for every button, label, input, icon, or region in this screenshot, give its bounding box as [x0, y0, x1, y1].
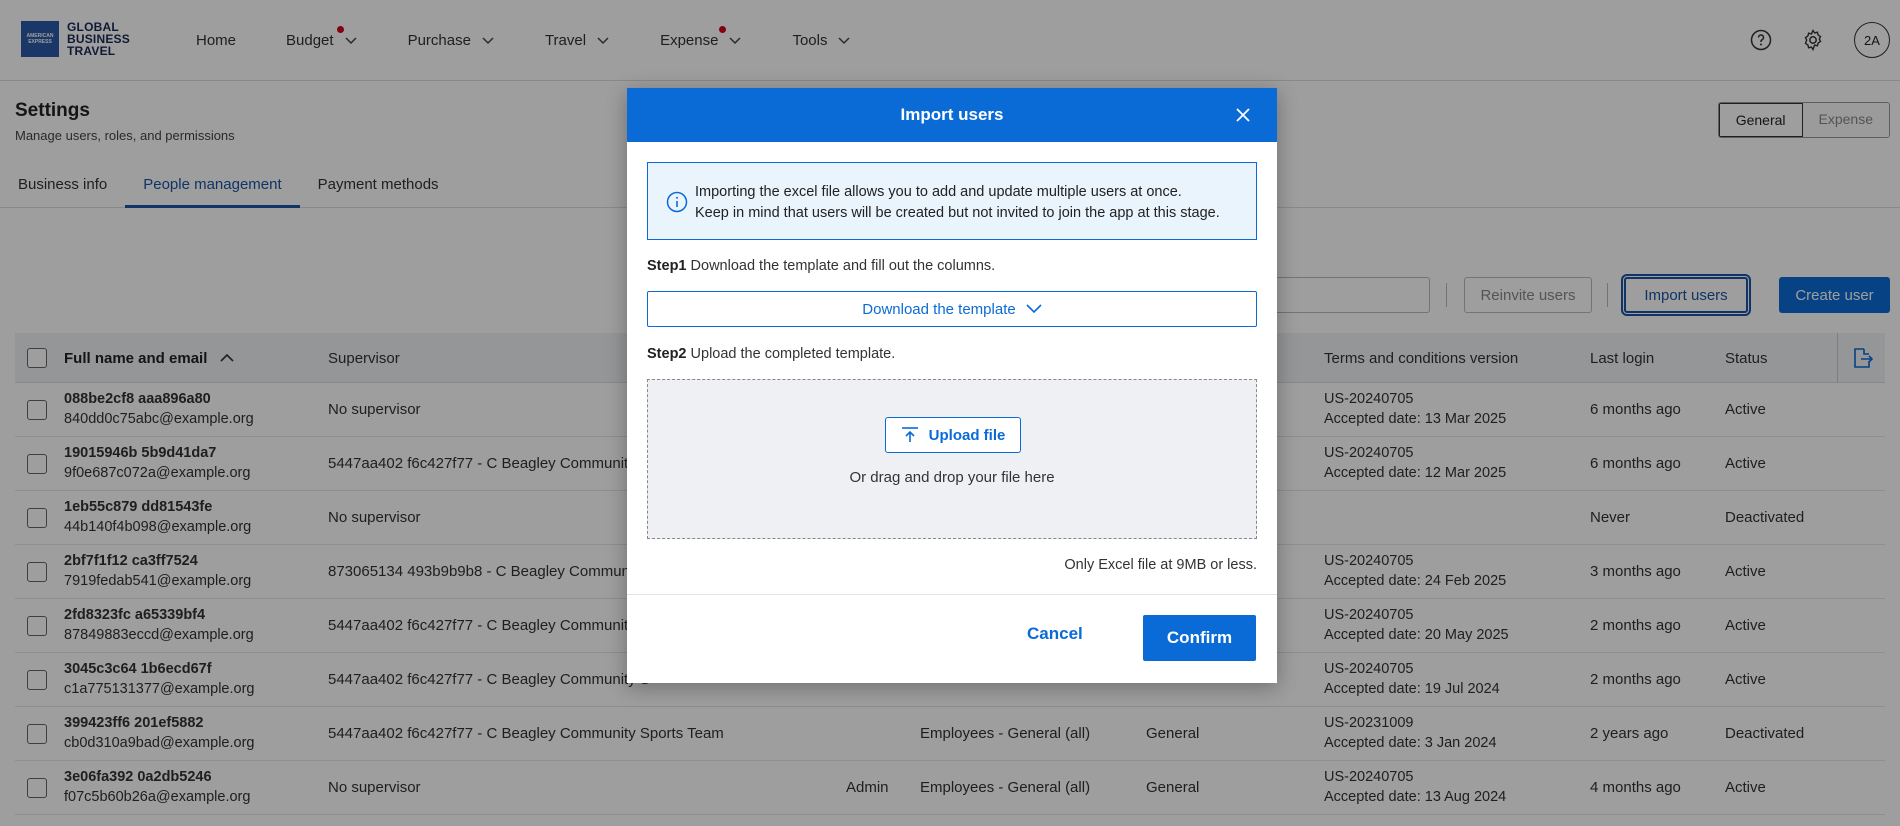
import-users-dialog: Import users Importing the excel file al… [627, 88, 1277, 683]
info-text: Importing the excel file allows you to a… [695, 184, 1220, 221]
upload-icon [901, 427, 918, 442]
close-icon[interactable] [1233, 105, 1253, 125]
upload-file-button[interactable]: Upload file [885, 417, 1021, 453]
file-size-limit-note: Only Excel file at 9MB or less. [1064, 557, 1257, 573]
dialog-footer-divider [627, 594, 1277, 595]
confirm-button[interactable]: Confirm [1143, 615, 1256, 661]
info-icon [666, 191, 688, 213]
file-dropzone[interactable]: Upload file Or drag and drop your file h… [647, 379, 1257, 539]
dialog-header: Import users [627, 88, 1277, 142]
step1-instruction: Step1 Download the template and fill out… [647, 258, 996, 274]
info-banner: Importing the excel file allows you to a… [647, 162, 1257, 240]
dialog-title: Import users [900, 105, 1004, 124]
download-template-button[interactable]: Download the template [647, 291, 1257, 327]
chevron-down-icon [1026, 304, 1042, 314]
cancel-button[interactable]: Cancel [1027, 624, 1083, 644]
dropzone-hint: Or drag and drop your file here [849, 469, 1055, 486]
step2-instruction: Step2 Upload the completed template. [647, 346, 896, 362]
